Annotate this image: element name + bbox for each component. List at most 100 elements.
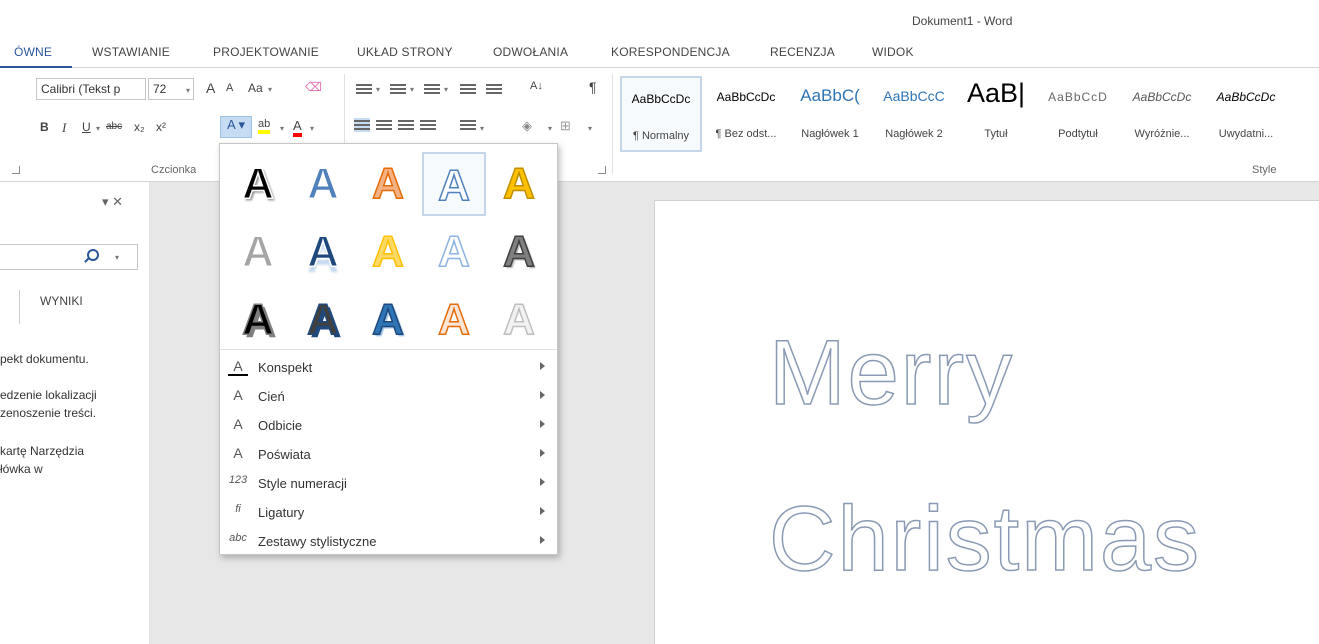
text-effects-button[interactable]: A ▾: [220, 116, 252, 138]
shrink-font-button[interactable]: A: [226, 82, 233, 94]
text-effect-option[interactable]: A: [356, 288, 420, 352]
text-effect-option[interactable]: A: [422, 152, 486, 216]
style-name: Nagłówek 2: [885, 128, 943, 140]
underline-dropdown-icon[interactable]: ▾: [96, 124, 100, 133]
change-case-button[interactable]: Aa: [248, 81, 263, 95]
menu-item-reflection[interactable]: A Odbicie: [220, 412, 557, 440]
menu-item-outline[interactable]: A Konspekt: [220, 354, 557, 382]
align-right-icon[interactable]: [398, 118, 414, 132]
menu-item-glow[interactable]: A Poświata: [220, 441, 557, 469]
menu-item-stylistic-sets[interactable]: abc Zestawy stylistyczne: [220, 528, 557, 556]
text-effect-option[interactable]: A: [487, 152, 551, 216]
tab-review[interactable]: RECENZJA: [770, 45, 835, 59]
borders-icon[interactable]: ⊞: [560, 118, 571, 134]
align-left-icon[interactable]: [354, 118, 370, 132]
style-heading-2[interactable]: AaBbCcC Nagłówek 2: [872, 76, 956, 152]
tab-design[interactable]: PROJEKTOWANIE: [213, 45, 319, 59]
style-emphasis[interactable]: AaBbCcDc Uwydatni...: [1204, 76, 1288, 152]
pane-close-button[interactable]: ▾ ✕: [102, 194, 123, 210]
paragraph-launcher-icon[interactable]: [598, 166, 606, 174]
text-effect-option[interactable]: A: [422, 288, 486, 352]
clear-formatting-icon[interactable]: ⌫: [305, 80, 322, 94]
superscript-button[interactable]: x²: [156, 120, 166, 134]
style-no-spacing[interactable]: AaBbCcDc ¶ Bez odst...: [704, 76, 788, 152]
line-spacing-icon[interactable]: [460, 118, 476, 132]
show-marks-button[interactable]: ¶: [589, 79, 597, 95]
numbering-icon[interactable]: [390, 82, 406, 96]
submenu-arrow-icon: [540, 507, 545, 515]
tab-home[interactable]: ÓWNE: [14, 45, 52, 59]
style-name: Nagłówek 1: [801, 128, 859, 140]
text-effect-option[interactable]: A: [487, 288, 551, 352]
shading-icon[interactable]: ◈: [522, 118, 532, 134]
strikethrough-button[interactable]: abc: [106, 121, 122, 132]
text-effect-option[interactable]: A: [291, 220, 355, 284]
underline-button[interactable]: U: [82, 120, 91, 134]
highlight-dropdown-icon[interactable]: ▾: [280, 124, 284, 133]
tab-mailings[interactable]: KORESPONDENCJA: [611, 45, 730, 59]
style-title[interactable]: AaB| Tytuł: [956, 76, 1036, 152]
menu-item-number-styles[interactable]: 123 Style numeracji: [220, 470, 557, 498]
search-icon[interactable]: [87, 249, 99, 261]
text-effect-option[interactable]: A: [291, 152, 355, 216]
ligatures-icon: fi: [235, 503, 241, 515]
menu-item-label: Ligatury: [258, 505, 305, 520]
tab-results[interactable]: WYNIKI: [40, 294, 83, 308]
menu-item-shadow[interactable]: A Cień: [220, 383, 557, 411]
text-effect-option[interactable]: A: [226, 288, 290, 352]
search-dropdown-icon[interactable]: ▾: [115, 253, 119, 262]
document-text-line[interactable]: Christmas: [768, 487, 1201, 592]
change-case-dropdown-icon[interactable]: ▾: [268, 85, 272, 94]
subscript-button[interactable]: x₂: [134, 120, 145, 134]
text-effect-option[interactable]: A: [356, 152, 420, 216]
document-page[interactable]: Merry Christmas: [654, 200, 1319, 644]
grow-font-button[interactable]: A: [206, 80, 215, 96]
style-subtitle[interactable]: AaBbCcD Podtytuł: [1036, 76, 1120, 152]
text-effect-option[interactable]: A: [226, 220, 290, 284]
styles-gallery: AaBbCcDc ¶ Normalny AaBbCcDc ¶ Bez odst.…: [620, 76, 1319, 152]
tab-layout[interactable]: UKŁAD STRONY: [357, 45, 453, 59]
font-color-button[interactable]: A: [293, 118, 302, 137]
document-text-line[interactable]: Merry: [768, 321, 1014, 426]
style-normal[interactable]: AaBbCcDc ¶ Normalny: [620, 76, 702, 152]
font-color-dropdown-icon[interactable]: ▾: [310, 124, 314, 133]
shadow-icon: A: [233, 387, 243, 403]
text-effect-option[interactable]: A: [487, 220, 551, 284]
font-name-box[interactable]: Calibri (Tekst p: [36, 78, 146, 100]
shading-dropdown-icon[interactable]: ▾: [548, 124, 552, 133]
bullets-dropdown-icon[interactable]: ▾: [376, 85, 380, 94]
italic-button[interactable]: I: [62, 120, 66, 136]
bullets-icon[interactable]: [356, 82, 372, 96]
highlight-button[interactable]: ab: [258, 118, 271, 134]
line-spacing-dropdown-icon[interactable]: ▾: [480, 124, 484, 133]
style-sample: AaBbCcDc: [631, 92, 691, 106]
decrease-indent-icon[interactable]: [460, 82, 476, 96]
style-subtle-emphasis[interactable]: AaBbCcDc Wyróżnie...: [1120, 76, 1204, 152]
font-color-bar: [293, 133, 302, 137]
tab-view[interactable]: WIDOK: [872, 45, 914, 59]
text-effect-option[interactable]: A: [422, 220, 486, 284]
menu-item-label: Zestawy stylistyczne: [258, 534, 377, 549]
sort-button[interactable]: A↓: [530, 80, 543, 92]
text-effect-option[interactable]: A: [356, 220, 420, 284]
numbering-dropdown-icon[interactable]: ▾: [410, 85, 414, 94]
tab-references[interactable]: ODWOŁANIA: [493, 45, 568, 59]
pane-hint-line: pekt dokumentu.: [0, 352, 89, 366]
bold-button[interactable]: B: [40, 120, 49, 134]
style-heading-1[interactable]: AaBbC( Nagłówek 1: [788, 76, 872, 152]
borders-dropdown-icon[interactable]: ▾: [588, 124, 592, 133]
justify-icon[interactable]: [420, 118, 436, 132]
font-size-dropdown-icon[interactable]: ▾: [186, 86, 190, 95]
align-center-icon[interactable]: [376, 118, 392, 132]
text-effect-option[interactable]: A: [226, 152, 290, 216]
menu-item-ligatures[interactable]: fi Ligatury: [220, 499, 557, 527]
clipboard-launcher-icon[interactable]: [12, 166, 20, 174]
increase-indent-icon[interactable]: [486, 82, 502, 96]
nav-search-input[interactable]: ▾: [0, 244, 138, 270]
tab-insert[interactable]: WSTAWIANIE: [92, 45, 170, 59]
submenu-arrow-icon: [540, 391, 545, 399]
multilevel-list-icon[interactable]: [424, 82, 440, 96]
text-effect-option[interactable]: A: [291, 288, 355, 352]
style-sample: AaBbCcC: [883, 88, 945, 104]
multilevel-dropdown-icon[interactable]: ▾: [444, 85, 448, 94]
